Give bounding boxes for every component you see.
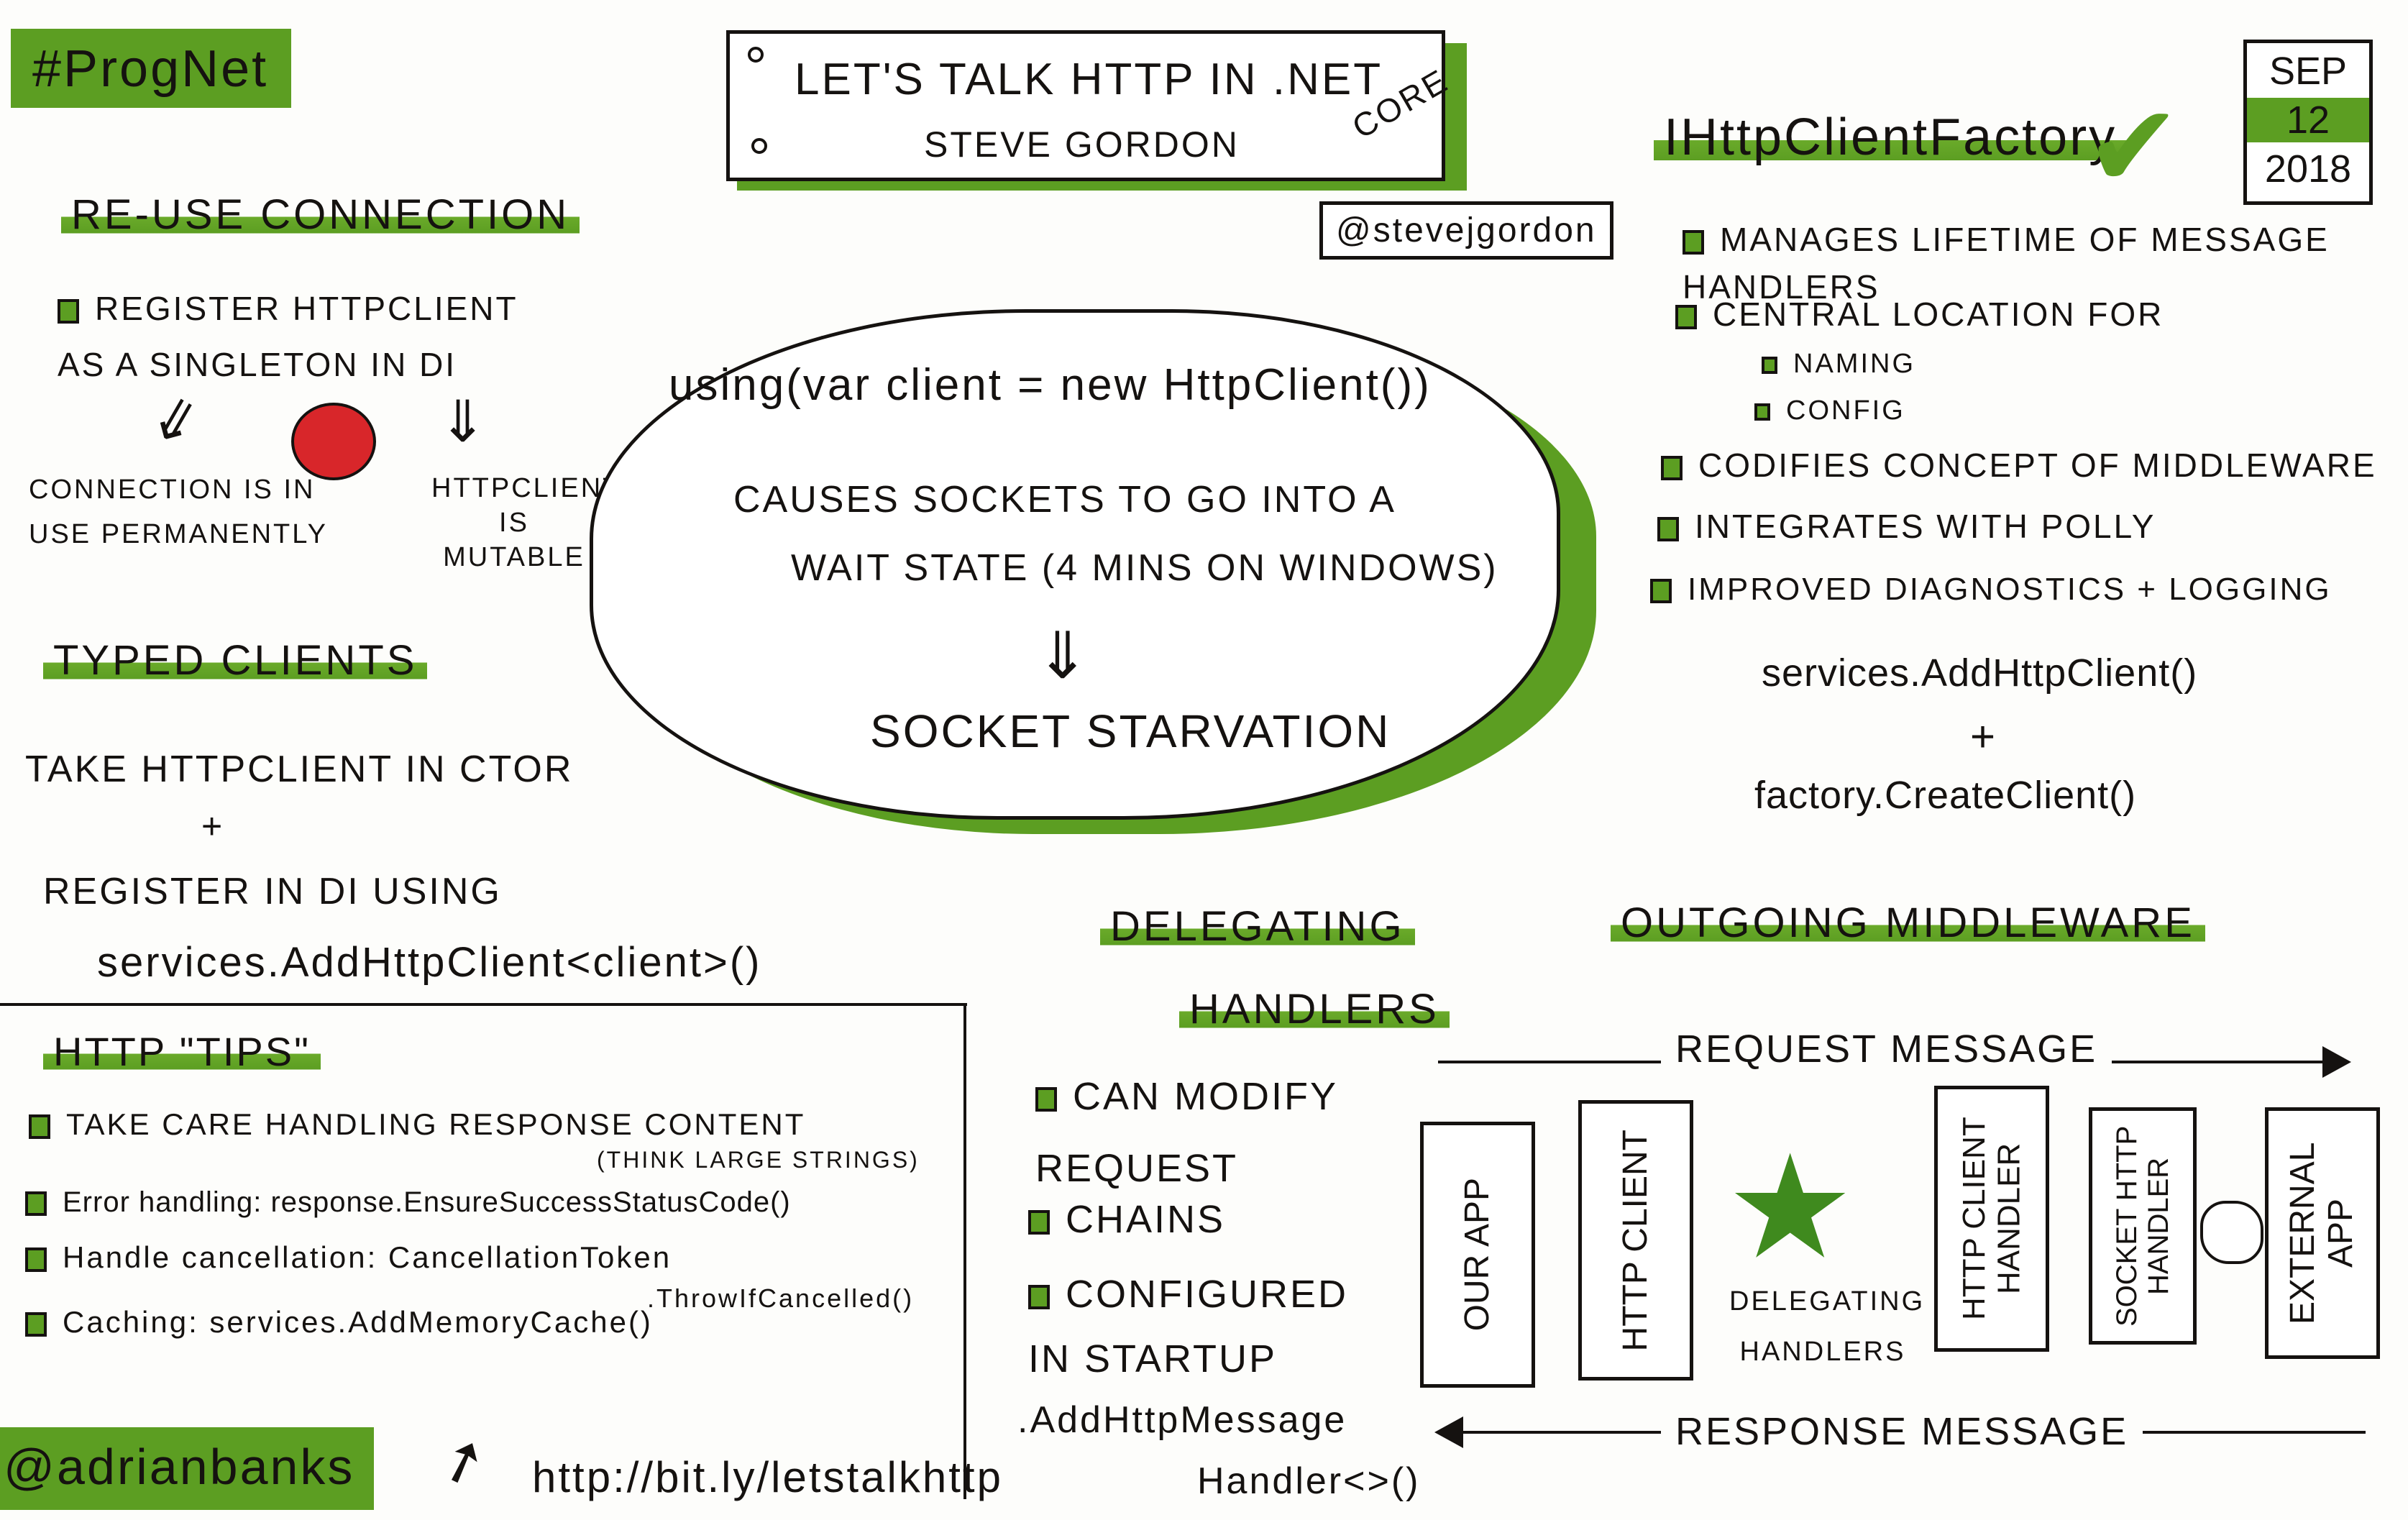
factory-subitem-naming: Naming <box>1762 349 1915 380</box>
cloud-icon <box>2200 1201 2263 1264</box>
bullet-icon <box>25 1247 47 1272</box>
tips-border-right <box>963 1003 966 1499</box>
checkmark-icon: ✔ <box>2085 82 2182 211</box>
bullet-icon <box>1035 1086 1057 1112</box>
bullet-icon <box>1754 403 1770 421</box>
stage-http-client: Http client <box>1578 1100 1693 1381</box>
bullet-icon <box>1650 579 1672 604</box>
cloud-line2: wait state (4 mins on Windows) <box>791 547 1498 589</box>
delegating-heading-1: Delegating <box>1100 902 1415 951</box>
tips-item-1: Take care handling response content <box>29 1107 805 1142</box>
arrow-right-icon <box>2322 1046 2351 1078</box>
tips-item-3: Handle cancellation: CancellationToken <box>25 1240 672 1275</box>
arrow-down-left-icon: ⇓ <box>138 381 214 462</box>
factory-heading: IHttpClientFactory <box>1654 108 2128 167</box>
title-box: Let's talk HTTP in .NET Core Steve Gordo… <box>726 30 1455 181</box>
delegating-item-1: Can modify request <box>1035 1075 1338 1190</box>
bullet-icon <box>1675 304 1697 329</box>
typed-code: services.AddHttpClient<client>() <box>97 939 762 986</box>
tips-item-4: Caching: services.AddMemoryCache() <box>25 1305 653 1340</box>
bullet-icon <box>25 1191 47 1217</box>
bullet-icon <box>25 1311 47 1337</box>
delegating-code-2: Handler<>() <box>1197 1460 1421 1502</box>
cloud-line1: Causes sockets to go into a <box>733 479 1396 521</box>
typed-heading: Typed clients <box>43 636 428 685</box>
arrow-down-icon: ⇓ <box>1035 621 1092 692</box>
reuse-bullet: Register HttpClient as a singleton in DI <box>58 290 518 383</box>
bullet-icon <box>1762 356 1777 374</box>
stage-delegating-handlers: Delegating handlers <box>1729 1286 1926 1367</box>
arrow-left-icon <box>1434 1416 1463 1448</box>
bullet-icon <box>1657 516 1679 541</box>
bullet-icon <box>29 1114 50 1139</box>
factory-item-5: Improved diagnostics + logging <box>1650 572 2332 608</box>
typed-line2: Register in DI using <box>43 871 502 912</box>
speaker-name: Steve Gordon <box>924 124 1240 165</box>
factory-item-4: Integrates with Polly <box>1657 507 2156 546</box>
factory-item-3: Codifies concept of middleware <box>1661 446 2377 485</box>
stage-socket-http-handler: Socket Http handler <box>2089 1107 2197 1345</box>
reuse-right-consequence: HttpClient is mutable <box>431 473 622 572</box>
delegating-code-1: .AddHttpMessage <box>1017 1399 1347 1441</box>
calendar-icon: SEP 12 2018 <box>2243 40 2373 205</box>
delegating-heading-2: handlers <box>1179 985 1450 1033</box>
pin-icon <box>748 47 764 63</box>
stage-http-client-handler: Http client handler <box>1934 1086 2049 1352</box>
delegating-item-2: Chains <box>1028 1197 1225 1242</box>
typed-line1: Take HttpClient in ctor <box>25 748 574 790</box>
cursor-icon: ➚ <box>429 1422 497 1499</box>
tips-item-1-note: (think large strings) <box>597 1147 920 1173</box>
request-message-label: Request message <box>1661 1027 2112 1071</box>
tips-heading: HTTP "tips" <box>43 1028 321 1075</box>
middleware-heading: Outgoing middleware <box>1611 899 2205 947</box>
bullet-icon <box>58 298 79 324</box>
cloud-code: using(var client = new HttpClient()) <box>669 360 1432 410</box>
response-message-label: Response message <box>1661 1409 2143 1454</box>
calendar-month: SEP <box>2269 50 2348 93</box>
author-handle: @adrianbanks <box>4 1439 355 1495</box>
factory-plus: + <box>1970 713 1998 761</box>
bullet-icon <box>1661 455 1683 480</box>
tips-item-2: Error handling: response.EnsureSuccessSt… <box>25 1186 791 1219</box>
speaker-handle: @stevejgordon <box>1319 201 1613 260</box>
stage-external-app: External app <box>2265 1107 2380 1359</box>
bullet-icon <box>1028 1284 1050 1309</box>
stage-our-app: Our app <box>1420 1122 1535 1388</box>
hashtag: #ProgNet <box>32 40 269 98</box>
star-icon: ★ <box>1726 1127 1855 1288</box>
factory-code-2: factory.CreateClient() <box>1754 774 2137 817</box>
slides-link[interactable]: http://bit.ly/letstalkhttp <box>532 1452 1003 1502</box>
bullet-icon <box>1028 1209 1050 1235</box>
bullet-icon <box>1683 229 1704 255</box>
reuse-heading: Re-use connection <box>61 191 580 239</box>
factory-code-1: services.AddHttpClient() <box>1762 651 2198 695</box>
talk-title: Let's talk HTTP in .NET <box>795 55 1383 104</box>
calendar-day: 12 <box>2247 98 2369 142</box>
calendar-year: 2018 <box>2264 147 2352 191</box>
factory-item-2: Central location for <box>1675 295 2164 334</box>
reuse-left-consequence: Connection is in use permanently <box>29 475 328 549</box>
tips-item-3-note: .ThrowIfCancelled() <box>647 1283 915 1313</box>
pin-icon <box>751 138 767 154</box>
factory-subitem-config: Config <box>1754 395 1905 426</box>
cloud-result: Socket starvation <box>870 705 1391 757</box>
arrow-down-icon: ⇓ <box>439 390 490 454</box>
tips-border-top <box>0 1003 967 1006</box>
typed-plus: + <box>201 806 225 846</box>
delegating-item-3: Configured in startup <box>1028 1273 1348 1381</box>
